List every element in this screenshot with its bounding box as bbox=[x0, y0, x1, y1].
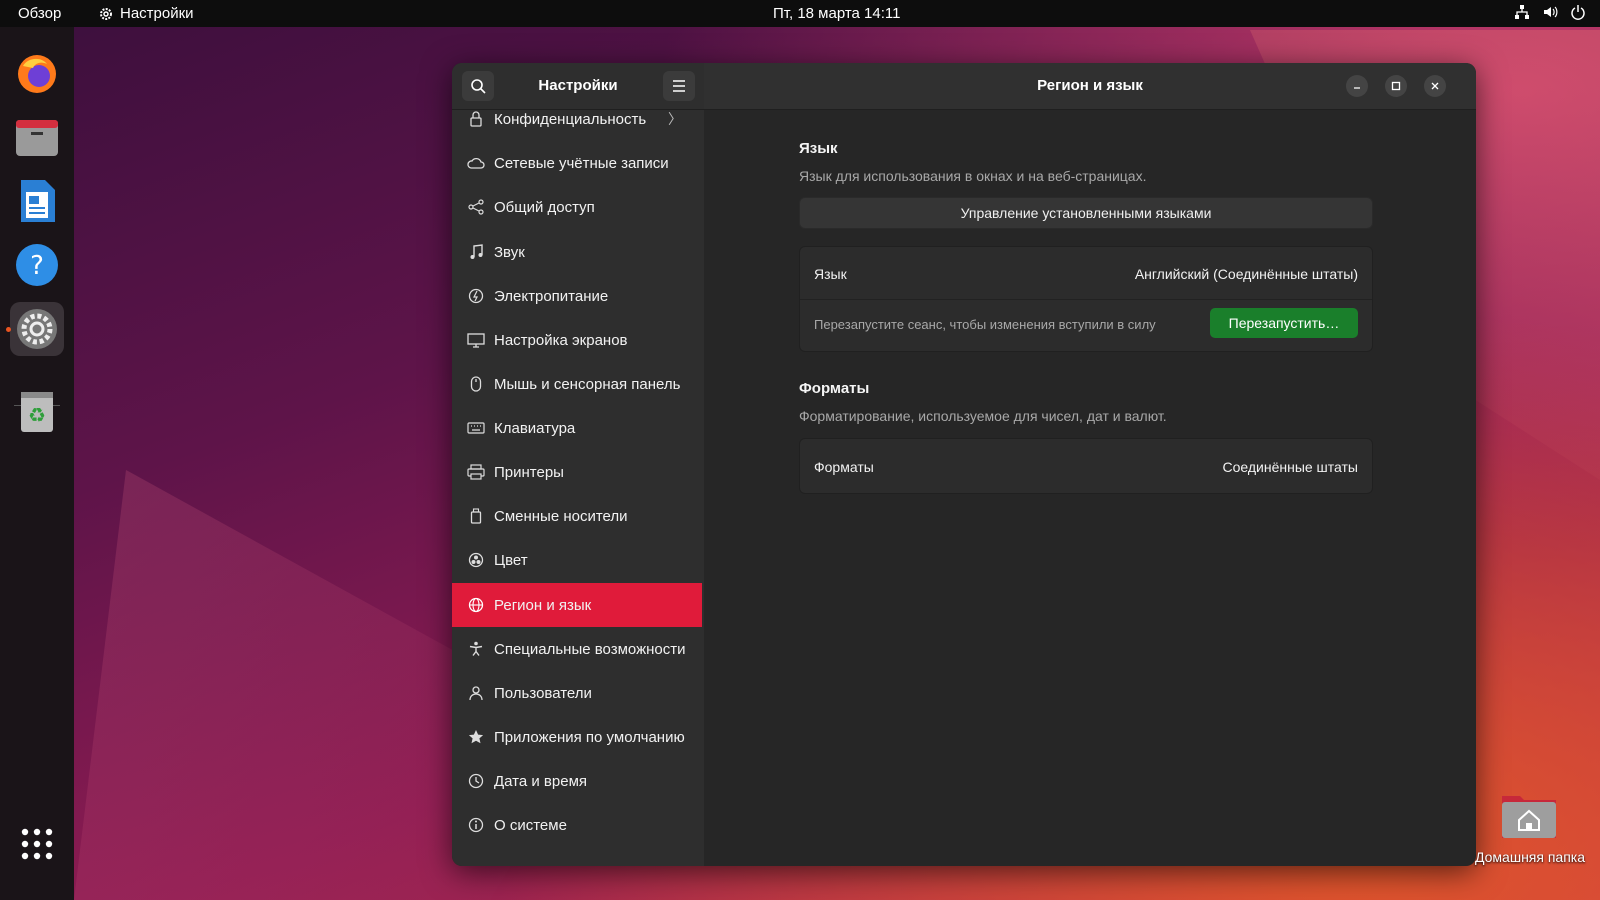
sidebar-item-label: Дата и время bbox=[494, 772, 588, 790]
home-folder-icon[interactable] bbox=[1500, 790, 1558, 840]
star-icon bbox=[467, 728, 485, 746]
sidebar-item-label: Настройка экранов bbox=[494, 331, 628, 349]
sidebar-item-printers[interactable]: Принтеры bbox=[452, 450, 702, 494]
sidebar-item-sound[interactable]: Звук bbox=[452, 230, 702, 274]
sidebar-item-label: Мышь и сенсорная панель bbox=[494, 375, 681, 393]
lock-icon bbox=[467, 110, 485, 128]
close-button[interactable] bbox=[1424, 75, 1446, 97]
hamburger-icon bbox=[673, 80, 685, 92]
sidebar-item-date-time[interactable]: Дата и время bbox=[452, 759, 702, 803]
clock[interactable]: Пт, 18 марта 14:11 bbox=[773, 5, 900, 22]
formats-section-subtitle: Форматирование, используемое для чисел, … bbox=[799, 408, 1167, 424]
language-section-title: Язык bbox=[799, 140, 838, 157]
svg-text:♻: ♻ bbox=[28, 403, 46, 427]
files-icon[interactable] bbox=[10, 110, 64, 164]
power-icon bbox=[1571, 5, 1585, 20]
formats-row-value: Соединённые штаты bbox=[1222, 459, 1358, 475]
removable-media-icon bbox=[467, 507, 485, 525]
accessibility-icon bbox=[467, 640, 485, 658]
maximize-icon bbox=[1391, 81, 1401, 91]
system-tray[interactable] bbox=[1514, 4, 1586, 20]
sidebar-item-mouse[interactable]: Мышь и сенсорная панель bbox=[452, 362, 702, 406]
formats-card[interactable]: Форматы Соединённые штаты bbox=[799, 438, 1373, 494]
formats-section-title: Форматы bbox=[799, 380, 870, 397]
display-icon bbox=[467, 331, 485, 349]
app-menu-label: Настройки bbox=[120, 5, 194, 22]
svg-text:?: ? bbox=[30, 251, 44, 281]
sidebar-item-label: Клавиатура bbox=[494, 419, 576, 437]
globe-icon bbox=[467, 596, 485, 614]
sidebar-item-label: Конфиденциальность bbox=[494, 110, 647, 128]
sidebar-item-privacy[interactable]: Конфиденциальность 〉 bbox=[452, 97, 702, 141]
music-note-icon bbox=[467, 243, 485, 261]
sidebar-item-label: Сменные носители bbox=[494, 507, 628, 525]
clock-icon bbox=[467, 772, 485, 790]
users-icon bbox=[467, 684, 485, 702]
restart-button[interactable]: Перезапустить… bbox=[1210, 308, 1358, 338]
language-card: Язык Английский (Соединённые штаты) Пере… bbox=[799, 246, 1373, 352]
sidebar-item-label: Принтеры bbox=[494, 463, 564, 481]
sidebar-item-keyboard[interactable]: Клавиатура bbox=[452, 406, 702, 450]
sidebar-item-label: Цвет bbox=[494, 551, 528, 569]
close-icon bbox=[1431, 82, 1439, 90]
language-row-label: Язык bbox=[814, 266, 847, 282]
manage-languages-button[interactable]: Управление установленными языками bbox=[799, 197, 1373, 229]
activities-button[interactable]: Обзор bbox=[18, 5, 61, 22]
dock: ? ♻ bbox=[0, 27, 74, 900]
sidebar-item-label: Электропитание bbox=[494, 287, 609, 305]
active-app-indicator bbox=[6, 327, 11, 332]
home-folder-label[interactable]: Домашняя папка bbox=[1475, 849, 1585, 865]
sidebar-item-online-accounts[interactable]: Сетевые учётные записи bbox=[452, 141, 702, 185]
sidebar-item-users[interactable]: Пользователи bbox=[452, 671, 702, 715]
sidebar-item-label: Приложения по умолчанию bbox=[494, 728, 685, 746]
sidebar-item-label: Звук bbox=[494, 243, 525, 261]
card-divider bbox=[800, 299, 1372, 300]
sidebar-item-label: Общий доступ bbox=[494, 198, 595, 216]
top-bar: Обзор Настройки Пт, 18 марта 14:11 bbox=[0, 0, 1600, 27]
formats-row-label: Форматы bbox=[814, 459, 874, 475]
sidebar-item-label: Регион и язык bbox=[494, 596, 592, 614]
share-icon bbox=[467, 198, 485, 216]
gear-icon bbox=[100, 7, 112, 20]
settings-icon[interactable] bbox=[10, 302, 64, 356]
language-row-value: Английский (Соединённые штаты) bbox=[1134, 266, 1358, 282]
sidebar-item-accessibility[interactable]: Специальные возможности bbox=[452, 627, 702, 671]
sidebar-item-default-apps[interactable]: Приложения по умолчанию bbox=[452, 715, 702, 759]
chevron-right-icon: 〉 bbox=[668, 111, 682, 127]
sidebar-item-power[interactable]: Электропитание bbox=[452, 274, 702, 318]
writer-icon[interactable] bbox=[10, 174, 64, 228]
sidebar-item-region-language[interactable]: Регион и язык bbox=[452, 583, 702, 627]
network-icon bbox=[1515, 5, 1529, 19]
mouse-icon bbox=[467, 375, 485, 393]
color-icon bbox=[467, 551, 485, 569]
sidebar-item-about[interactable]: О системе bbox=[452, 803, 702, 847]
language-row[interactable]: Язык Английский (Соединённые штаты) bbox=[800, 247, 1372, 299]
keyboard-icon bbox=[467, 419, 485, 437]
power-icon bbox=[467, 287, 485, 305]
sidebar-item-label: Сетевые учётные записи bbox=[494, 154, 669, 172]
firefox-icon[interactable] bbox=[10, 47, 64, 101]
sidebar-item-label: О системе bbox=[494, 816, 567, 834]
info-icon bbox=[467, 816, 485, 834]
language-section-subtitle: Язык для использования в окнах и на веб-… bbox=[799, 168, 1147, 184]
sidebar-item-displays[interactable]: Настройка экранов bbox=[452, 318, 702, 362]
help-icon[interactable]: ? bbox=[10, 238, 64, 292]
minimize-icon bbox=[1354, 87, 1360, 89]
sidebar-item-sharing[interactable]: Общий доступ bbox=[452, 185, 702, 229]
trash-icon[interactable]: ♻ bbox=[10, 384, 64, 438]
sidebar-item-removable-media[interactable]: Сменные носители bbox=[452, 494, 702, 538]
main-header: Регион и язык bbox=[704, 63, 1476, 110]
sidebar-item-label: Специальные возможности bbox=[494, 640, 686, 658]
app-grid-icon[interactable] bbox=[10, 817, 64, 871]
volume-icon bbox=[1544, 6, 1558, 18]
restart-note: Перезапустите сеанс, чтобы изменения вст… bbox=[814, 317, 1156, 332]
minimize-button[interactable] bbox=[1346, 75, 1368, 97]
maximize-button[interactable] bbox=[1385, 75, 1407, 97]
printer-icon bbox=[467, 463, 485, 481]
settings-window: Настройки Регион и язык Конфиденциальнос… bbox=[452, 63, 1476, 866]
sidebar-item-color[interactable]: Цвет bbox=[452, 538, 702, 582]
app-menu[interactable]: Настройки bbox=[98, 5, 194, 22]
cloud-icon bbox=[467, 154, 485, 172]
sidebar-item-label: Пользователи bbox=[494, 684, 592, 702]
